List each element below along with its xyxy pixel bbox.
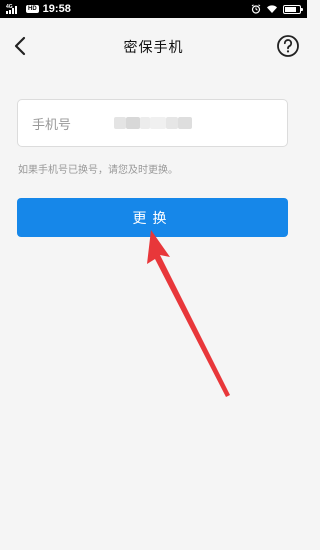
status-right bbox=[251, 4, 303, 14]
wifi-icon bbox=[267, 5, 277, 13]
page-title: 密保手机 bbox=[123, 40, 184, 56]
network-type-label: 4G bbox=[6, 4, 13, 10]
alarm-icon bbox=[251, 4, 261, 14]
hd-badge: HD bbox=[26, 5, 39, 13]
battery-level bbox=[285, 6, 296, 12]
help-button[interactable] bbox=[275, 33, 301, 59]
status-left: 4G HD 19:58 bbox=[6, 0, 71, 18]
network-indicator: 4G bbox=[6, 4, 22, 14]
phone-label: 手机号 bbox=[32, 117, 72, 133]
annotation-arrow bbox=[147, 230, 230, 397]
change-button[interactable]: 更换 bbox=[17, 198, 288, 237]
annotation-arrow-shape bbox=[147, 230, 230, 397]
navigation-header: 密保手机 bbox=[0, 18, 307, 76]
screen: 4G HD 19:58 密保手机 手机号 如果手机号已换号，请您及时更换。 更换 bbox=[0, 0, 307, 550]
status-time: 19:58 bbox=[42, 3, 71, 15]
question-circle-icon bbox=[277, 35, 299, 57]
hint-text: 如果手机号已换号，请您及时更换。 bbox=[18, 165, 178, 176]
chevron-left-icon bbox=[14, 36, 26, 56]
phone-number-field[interactable]: 手机号 bbox=[17, 99, 288, 147]
back-button[interactable] bbox=[8, 32, 32, 60]
phone-number-masked bbox=[114, 114, 192, 132]
status-bar: 4G HD 19:58 bbox=[0, 0, 307, 18]
battery-icon bbox=[283, 4, 303, 14]
signal-icon: 4G bbox=[6, 4, 17, 14]
